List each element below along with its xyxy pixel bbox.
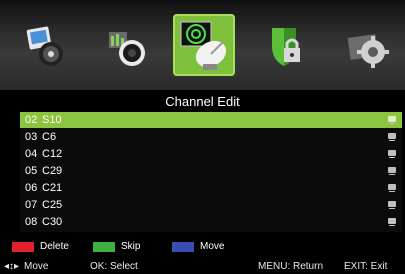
channel-status-icon — [388, 201, 396, 209]
page-title: Channel Edit — [165, 94, 240, 109]
channel-list[interactable]: 02 S10 03 C6 04 C12 05 C29 06 C21 07 C25… — [20, 112, 402, 232]
media-icon — [26, 26, 63, 66]
channel-number: 07 — [25, 199, 38, 211]
channel-name: C21 — [42, 182, 63, 194]
channel-name: C25 — [42, 199, 63, 211]
channel-row[interactable]: 08 C30 — [20, 214, 402, 230]
help-ok: OK: Select — [90, 261, 138, 272]
channel-menu-tile[interactable] — [173, 14, 235, 76]
help-menu: MENU: Return — [258, 261, 324, 272]
settings-menu-tile[interactable] — [343, 22, 391, 70]
main-menu-bar — [0, 0, 405, 90]
channel-number: 03 — [25, 131, 38, 143]
red-key-swatch — [12, 242, 34, 252]
lock-menu-tile[interactable] — [262, 22, 310, 70]
channel-status-icon — [388, 150, 396, 158]
channel-name: S10 — [42, 114, 62, 126]
channel-row[interactable]: 03 C6 — [20, 129, 402, 145]
sound-menu-tile[interactable] — [103, 22, 151, 70]
channel-number: 06 — [25, 182, 38, 194]
help-exit: EXIT: Exit — [344, 261, 388, 272]
move-key-label: Move — [200, 241, 225, 252]
channel-status-icon — [388, 218, 396, 226]
green-key-swatch — [93, 242, 115, 252]
channel-row[interactable]: 07 C25 — [20, 197, 402, 213]
delete-key-label: Delete — [40, 241, 69, 252]
satellite-dish-icon — [180, 21, 227, 70]
channel-row[interactable]: 04 C12 — [20, 146, 402, 162]
media-menu-tile[interactable] — [22, 22, 70, 70]
channel-name: C12 — [42, 148, 63, 160]
channel-status-icon — [388, 133, 396, 141]
channel-row[interactable]: 06 C21 — [20, 180, 402, 196]
arrows-icon: ◂↕▸ — [4, 261, 20, 272]
help-bar: ◂↕▸ Move OK: Select MENU: Return EXIT: E… — [0, 258, 405, 274]
channel-number: 02 — [25, 114, 38, 126]
blue-key-swatch — [172, 242, 194, 252]
color-key-legend: Delete Skip Move — [0, 240, 405, 254]
channel-name: C29 — [42, 165, 63, 177]
channel-status-icon — [388, 116, 396, 124]
channel-status-icon — [388, 184, 396, 192]
channel-row[interactable]: 05 C29 — [20, 163, 402, 179]
channel-number: 05 — [25, 165, 38, 177]
speaker-icon — [109, 32, 145, 66]
help-move: Move — [24, 261, 49, 272]
channel-number: 04 — [25, 148, 38, 160]
channel-status-icon — [388, 167, 396, 175]
gear-icon — [347, 34, 389, 68]
channel-name: C6 — [42, 131, 57, 143]
lock-icon — [272, 28, 300, 66]
channel-row[interactable]: 02 S10 — [20, 112, 402, 128]
skip-key-label: Skip — [121, 241, 141, 252]
channel-name: C30 — [42, 216, 63, 228]
channel-number: 08 — [25, 216, 38, 228]
